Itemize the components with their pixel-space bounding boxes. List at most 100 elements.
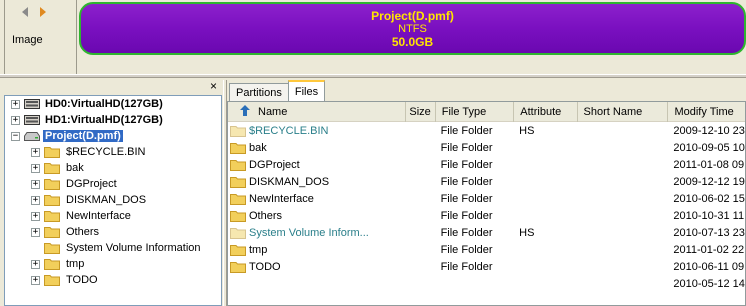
tree-item-label: Others: [66, 226, 100, 238]
partition-block[interactable]: Project(D.pmf) NTFS 50.0GB: [79, 2, 746, 55]
expand-icon[interactable]: +: [11, 115, 20, 125]
file-row[interactable]: bak File Folder 2010-09-05 10:5: [228, 139, 745, 156]
tree-item-label: NewInterface: [66, 210, 131, 222]
folder-icon: [230, 210, 246, 222]
column-header-row: Name Size File Type Attribute Short Name…: [228, 102, 745, 122]
file-type: File Folder: [440, 226, 493, 239]
tree-item[interactable]: + $RECYCLE.BIN: [5, 144, 221, 160]
file-size: [406, 190, 436, 207]
file-type: File Folder: [440, 124, 493, 137]
collapse-icon[interactable]: −: [11, 131, 20, 141]
file-name-cell: tmp: [228, 241, 406, 258]
tree-item[interactable]: + HD1:VirtualHD(127GB): [5, 112, 221, 128]
partition-name: Project(D.pmf): [371, 8, 454, 23]
expand-icon[interactable]: +: [31, 227, 40, 237]
hard-disk-icon: [24, 114, 40, 126]
tree-item[interactable]: + NewInterface: [5, 208, 221, 224]
tree-item[interactable]: + TODO: [5, 272, 221, 288]
file-modify-time: 2010-06-11 09:: [673, 260, 745, 273]
file-name: bak: [249, 141, 267, 154]
file-modify-time: 2009-12-12 19:3: [673, 175, 745, 188]
folder-icon: [230, 193, 246, 205]
file-row[interactable]: NewInterface File Folder 2010-06-02 15:: [228, 190, 745, 207]
folder-tree[interactable]: + HD0:VirtualHD(127GB) + HD1:VirtualHD(127G…: [4, 95, 222, 306]
tree-item[interactable]: − Project(D.pmf): [5, 128, 221, 144]
file-size: [406, 207, 436, 224]
file-size: [406, 258, 436, 275]
file-attribute: [514, 190, 577, 207]
tree-item[interactable]: System Volume Information: [5, 240, 221, 256]
file-row[interactable]: $RECYCLE.BIN File Folder HS 2009-12-10 23:: [228, 122, 745, 139]
file-short-name: [577, 122, 668, 139]
expand-icon[interactable]: +: [31, 179, 40, 189]
column-file-type[interactable]: File Type: [436, 102, 515, 122]
tab-bar: Partitions Files: [227, 80, 326, 101]
file-row[interactable]: System Volume Inform... File Folder HS 2010…: [228, 224, 745, 241]
column-short-name[interactable]: Short Name: [578, 102, 669, 122]
file-modify-time: 2010-05-12 14:5: [673, 277, 745, 290]
left-arrow-icon[interactable]: [18, 5, 32, 19]
file-name-cell: DGProject: [228, 156, 406, 173]
file-row[interactable]: tmp File Folder 2011-01-02 22:: [228, 241, 745, 258]
file-name: System Volume Inform...: [249, 226, 369, 239]
tree-item[interactable]: + DISKMAN_DOS: [5, 192, 221, 208]
tree-item[interactable]: + Others: [5, 224, 221, 240]
file-modify-time: 2011-01-08 09:: [673, 158, 745, 171]
file-attribute: [514, 173, 577, 190]
expand-icon[interactable]: +: [31, 163, 40, 173]
tab-files[interactable]: Files: [287, 80, 326, 101]
file-attribute: [514, 241, 577, 258]
expand-icon[interactable]: +: [31, 211, 40, 221]
file-name-cell: Others: [228, 207, 406, 224]
column-size[interactable]: Size: [406, 102, 436, 122]
file-modify-time: 2010-09-05 10:5: [673, 141, 745, 154]
file-short-name: [577, 207, 668, 224]
tree-item-label: HD0:VirtualHD(127GB): [45, 98, 163, 110]
file-name-cell: $RECYCLE.BIN: [228, 122, 406, 139]
file-row[interactable]: 2010-05-12 14:5: [228, 275, 745, 292]
expand-icon[interactable]: +: [31, 275, 40, 285]
file-row[interactable]: DISKMAN_DOS File Folder 2009-12-12 19:3: [228, 173, 745, 190]
folder-icon: [230, 261, 246, 273]
expand-icon[interactable]: +: [31, 259, 40, 269]
file-name-cell: System Volume Inform...: [228, 224, 406, 241]
file-row[interactable]: Others File Folder 2010-10-31 11:: [228, 207, 745, 224]
tree-item[interactable]: + tmp: [5, 256, 221, 272]
column-name[interactable]: Name: [228, 102, 406, 122]
tree-item-label: TODO: [66, 274, 98, 286]
expand-icon[interactable]: +: [31, 195, 40, 205]
file-short-name: [577, 173, 668, 190]
tree-item-label: HD1:VirtualHD(127GB): [45, 114, 163, 126]
file-type: File Folder: [440, 260, 493, 273]
tree-item-label: Project(D.pmf): [43, 130, 123, 142]
file-name-cell: TODO: [228, 258, 406, 275]
close-icon[interactable]: ×: [210, 80, 217, 92]
hard-disk-icon: [24, 98, 40, 110]
column-attribute[interactable]: Attribute: [514, 102, 578, 122]
up-folder-icon[interactable]: [240, 105, 250, 119]
file-type: File Folder: [440, 192, 493, 205]
folder-icon: [230, 142, 246, 154]
horizontal-splitter[interactable]: [0, 74, 746, 78]
column-modify-time[interactable]: Modify Time: [668, 102, 745, 122]
folder-icon: [44, 162, 60, 174]
image-drive-icon: [24, 130, 40, 142]
tree-item[interactable]: + HD0:VirtualHD(127GB): [5, 96, 221, 112]
tree-item[interactable]: + DGProject: [5, 176, 221, 192]
tree-item-label: tmp: [66, 258, 85, 270]
file-short-name: [577, 275, 668, 292]
expand-icon[interactable]: +: [11, 99, 20, 109]
column-name-label: Name: [258, 106, 288, 118]
nav-arrows: [18, 5, 50, 19]
right-arrow-icon[interactable]: [36, 5, 50, 19]
tab-partitions[interactable]: Partitions: [229, 83, 289, 101]
tree-item[interactable]: + bak: [5, 160, 221, 176]
file-size: [406, 139, 436, 156]
file-row[interactable]: DGProject File Folder 2011-01-08 09:: [228, 156, 745, 173]
file-rows: $RECYCLE.BIN File Folder HS 2009-12-10 23: b…: [228, 122, 745, 292]
file-row[interactable]: TODO File Folder 2010-06-11 09:: [228, 258, 745, 275]
folder-icon: [44, 194, 60, 206]
file-size: [406, 156, 436, 173]
disk-map-bar: Image Project(D.pmf) NTFS 50.0GB: [0, 0, 746, 74]
expand-icon[interactable]: +: [31, 147, 40, 157]
